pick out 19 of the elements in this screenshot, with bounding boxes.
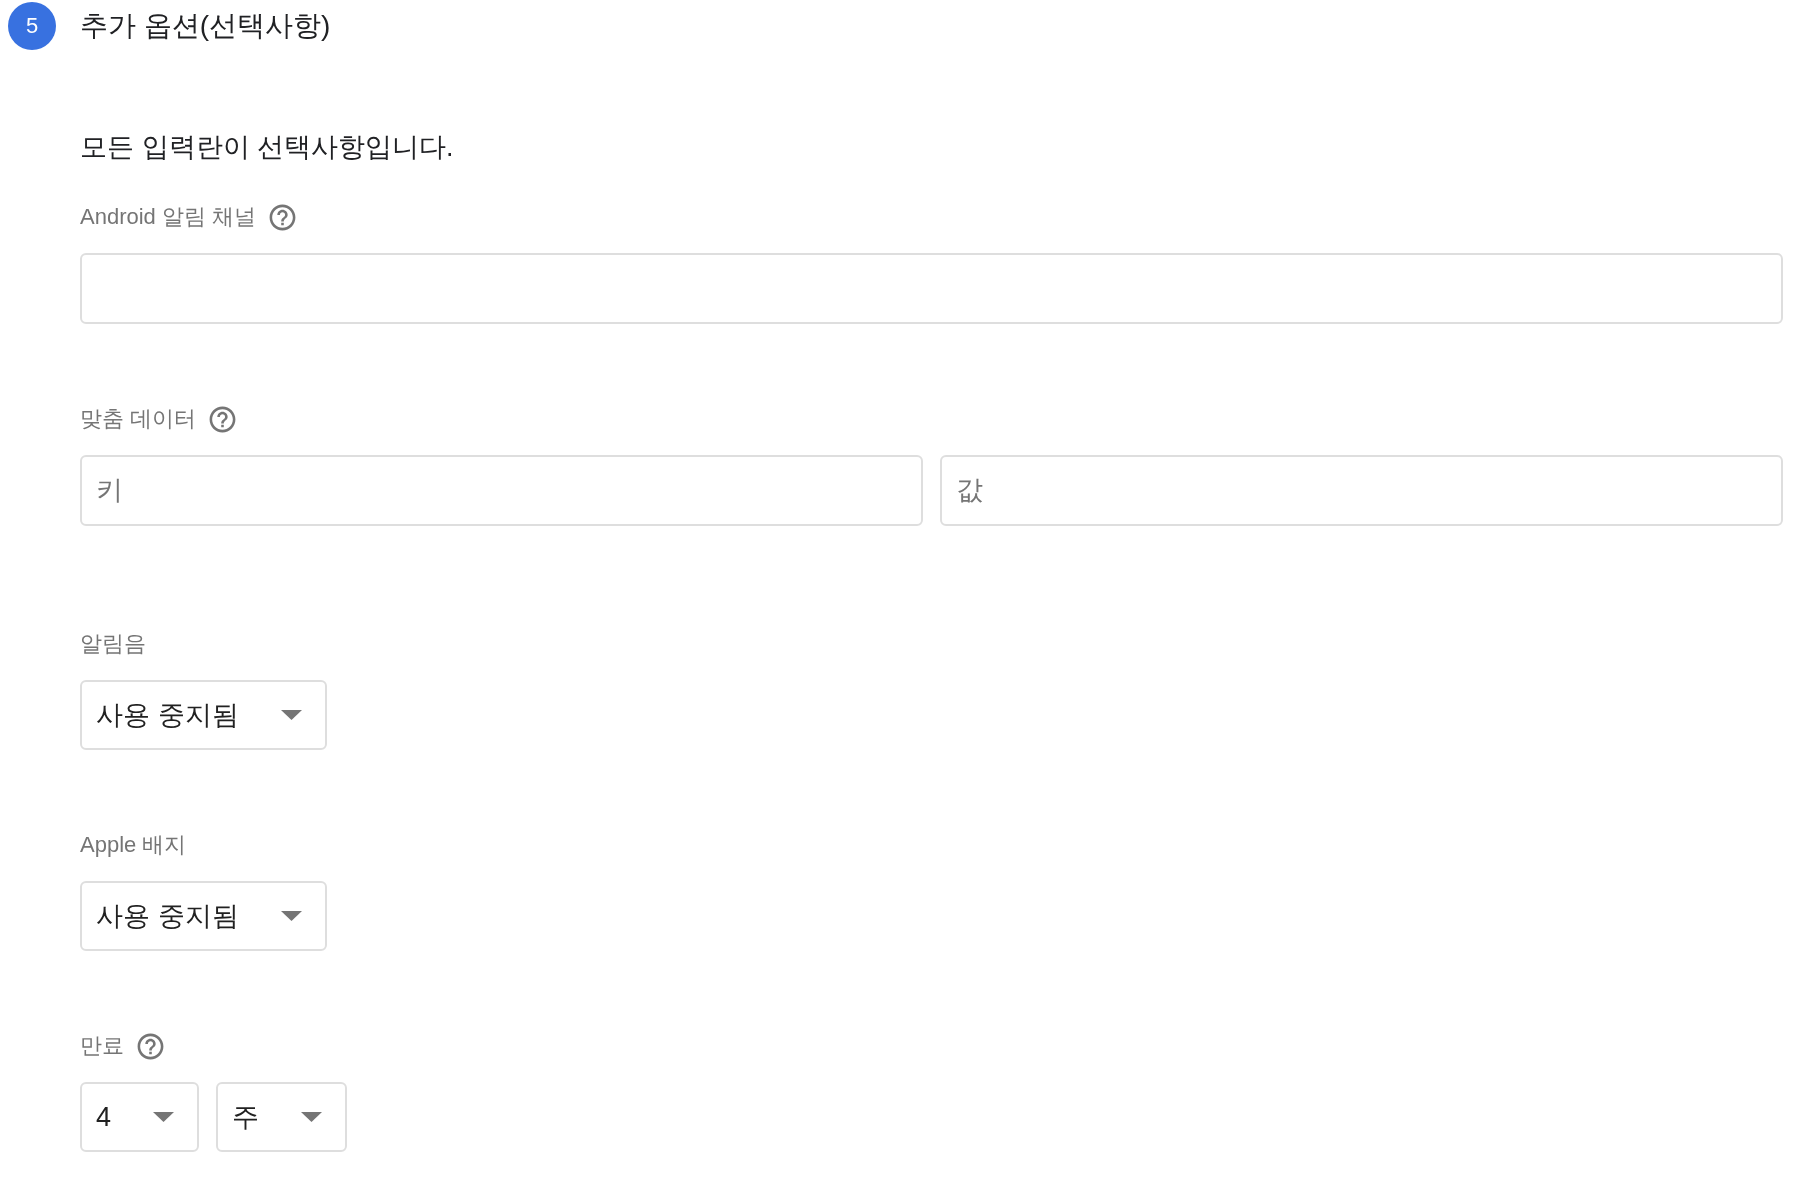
field-label: 알림음 bbox=[80, 630, 146, 658]
field-label: 맞춤 데이터 bbox=[80, 405, 197, 433]
dropdown[interactable]: 주 bbox=[216, 1082, 348, 1152]
caret-icon bbox=[280, 710, 302, 720]
input-field[interactable] bbox=[80, 253, 1783, 324]
caret-icon bbox=[301, 1112, 323, 1122]
caret-icon bbox=[280, 911, 302, 921]
input-field[interactable]: 키 bbox=[80, 455, 923, 526]
dropdown[interactable]: 사용 중지됨 bbox=[80, 881, 327, 951]
step-number: 5 bbox=[8, 2, 56, 50]
intro-text: 모든 입력란이 선택사항입니다. bbox=[80, 131, 455, 164]
input-field[interactable]: 값 bbox=[940, 455, 1783, 526]
field-label: Android 알림 채널 bbox=[80, 203, 257, 231]
field-label: Apple 배지 bbox=[80, 831, 187, 859]
section-title: 추가 옵션(선택사항) bbox=[80, 9, 331, 43]
field-label: 만료 bbox=[80, 1032, 124, 1060]
dropdown[interactable]: 사용 중지됨 bbox=[80, 680, 327, 750]
dropdown[interactable]: 4 bbox=[80, 1082, 200, 1152]
caret-icon bbox=[153, 1112, 175, 1122]
